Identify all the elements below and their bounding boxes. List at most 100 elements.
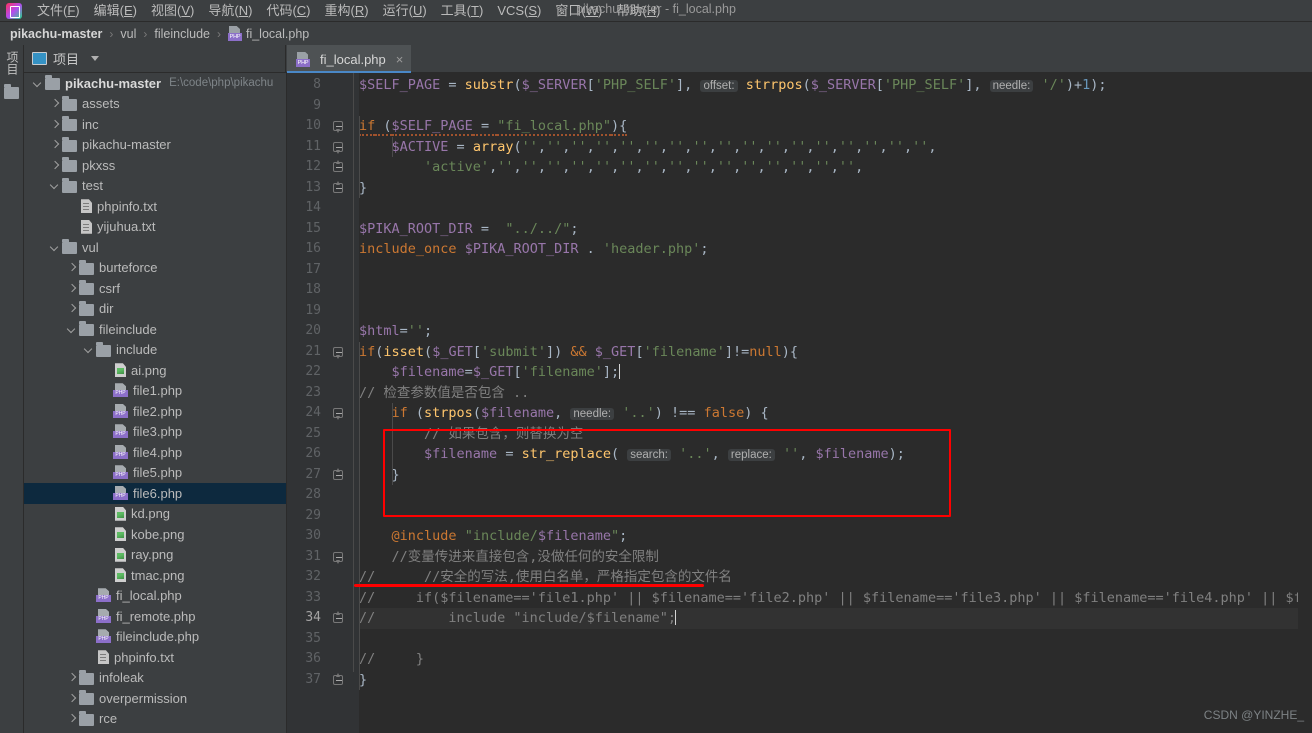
code-fold-open-icon[interactable]	[333, 121, 344, 133]
code-line[interactable]: }	[359, 465, 400, 486]
code-line[interactable]: // }	[359, 649, 424, 670]
chevron-down-icon[interactable]	[49, 242, 60, 253]
folder-icon[interactable]	[4, 84, 19, 99]
code-line[interactable]: // if($filename=='file1.php' || $filenam…	[359, 588, 1310, 609]
chevron-right-icon[interactable]	[49, 119, 60, 130]
menu-item-8[interactable]: VCS(S)	[490, 0, 548, 22]
menu-item-2[interactable]: 视图(V)	[144, 0, 201, 22]
tab-fi-local-php[interactable]: PHP fi_local.php ×	[287, 45, 412, 73]
chevron-down-icon[interactable]	[66, 324, 77, 335]
tree-item-dir[interactable]: dir	[24, 299, 286, 320]
code-line[interactable]: $filename=$_GET['filename'];	[359, 362, 620, 383]
chevron-right-icon[interactable]	[66, 693, 77, 704]
code-line[interactable]: $PIKA_ROOT_DIR = "../../";	[359, 219, 578, 240]
code-line[interactable]: if(isset($_GET['submit']) && $_GET['file…	[359, 342, 798, 363]
menu-item-4[interactable]: 代码(C)	[259, 0, 317, 22]
code-fold-close-icon[interactable]	[333, 672, 344, 686]
menu-item-5[interactable]: 重构(R)	[318, 0, 376, 22]
chevron-right-icon[interactable]	[66, 262, 77, 273]
code-line[interactable]: $SELF_PAGE = substr($_SERVER['PHP_SELF']…	[359, 75, 1107, 96]
breadcrumb-item-file[interactable]: fi_local.php	[246, 27, 309, 41]
menu-item-6[interactable]: 运行(U)	[376, 0, 434, 22]
tree-item-test[interactable]: test	[24, 176, 286, 197]
tree-item-pkxss[interactable]: pkxss	[24, 155, 286, 176]
code-line[interactable]: // include "include/$filename";	[359, 608, 677, 629]
chevron-right-icon[interactable]	[66, 283, 77, 294]
tree-item-file2-php[interactable]: PHP file2.php	[24, 401, 286, 422]
breadcrumb-item-project[interactable]: pikachu-master	[10, 27, 102, 41]
code-line[interactable]: if (strpos($filename, needle: '..') !== …	[359, 403, 769, 424]
tree-item-fileinclude-php[interactable]: PHP fileinclude.php	[24, 627, 286, 648]
code-fold-open-icon[interactable]	[333, 408, 344, 420]
tree-item-inc[interactable]: inc	[24, 114, 286, 135]
tree-item-pikachu-master[interactable]: pikachu-master	[24, 135, 286, 156]
code-line[interactable]: if ($SELF_PAGE = "fi_local.php"){	[359, 116, 628, 137]
menu-item-9[interactable]: 窗口(W)	[548, 0, 609, 22]
code-line[interactable]: $html='';	[359, 321, 432, 342]
tree-item-file5-php[interactable]: PHP file5.php	[24, 463, 286, 484]
project-tool-header[interactable]: 项目	[24, 44, 286, 73]
code-line[interactable]: // 检查参数值是否包含 ..	[359, 383, 529, 404]
code-line[interactable]: }	[359, 178, 367, 199]
tree-item-kobe-png[interactable]: kobe.png	[24, 524, 286, 545]
breadcrumb[interactable]: pikachu-master › vul › fileinclude › PHP…	[0, 22, 1312, 45]
chevron-down-icon[interactable]	[83, 344, 94, 355]
code-line[interactable]: $filename = str_replace( search: '..', r…	[359, 444, 905, 465]
code-line[interactable]: @include "include/$filename";	[359, 526, 628, 547]
tree-item-assets[interactable]: assets	[24, 94, 286, 115]
code-line[interactable]: $ACTIVE = array('','','','','','','','',…	[359, 137, 937, 158]
tree-item-file1-php[interactable]: PHP file1.php	[24, 381, 286, 402]
tree-item-file4-php[interactable]: PHP file4.php	[24, 442, 286, 463]
tree-item-infoleak[interactable]: infoleak	[24, 668, 286, 689]
tree-item-ray-png[interactable]: ray.png	[24, 545, 286, 566]
tree-item-fileinclude[interactable]: fileinclude	[24, 319, 286, 340]
tree-item-phpinfo-txt[interactable]: phpinfo.txt	[24, 647, 286, 668]
code-fold-close-icon[interactable]	[333, 160, 344, 173]
code-line[interactable]: include_once $PIKA_ROOT_DIR . 'header.ph…	[359, 239, 709, 260]
tree-item-csrf[interactable]: csrf	[24, 278, 286, 299]
tree-item-vul[interactable]: vul	[24, 237, 286, 258]
code-line[interactable]: 'active','','','','','','','','','','','…	[359, 157, 863, 178]
tree-item-tmac-png[interactable]: tmac.png	[24, 565, 286, 586]
menu-item-10[interactable]: 帮助(H)	[609, 0, 667, 22]
menu-item-0[interactable]: 文件(F)	[30, 0, 87, 22]
code-fold-open-icon[interactable]	[333, 346, 344, 359]
tree-item-pikachu-master[interactable]: pikachu-master E:\code\php\pikachu	[24, 73, 286, 94]
tree-item-rce[interactable]: rce	[24, 709, 286, 730]
code-editor[interactable]: 8 9 10 11 12 13 14 15 16 17 18 19 20 21 22 23 24 25 26 27 28…	[287, 73, 1312, 733]
chevron-right-icon[interactable]	[49, 160, 60, 171]
chevron-down-icon[interactable]	[91, 56, 100, 61]
tree-item-fi-remote-php[interactable]: PHP fi_remote.php	[24, 606, 286, 627]
code-fold-open-icon[interactable]	[333, 551, 344, 564]
editor-gutter[interactable]: 8 9 10 11 12 13 14 15 16 17 18 19 20 21 22 23 24 25 26 27 28…	[287, 73, 359, 733]
sidebar-item-project[interactable]: 项目	[3, 51, 21, 75]
tree-item-ai-png[interactable]: ai.png	[24, 360, 286, 381]
tree-item-yijuhua-txt[interactable]: yijuhua.txt	[24, 217, 286, 238]
code-line[interactable]: }	[359, 670, 367, 691]
code-line[interactable]: //变量传进来直接包含,没做任何的安全限制	[359, 547, 659, 568]
code-content[interactable]: $SELF_PAGE = substr($_SERVER['PHP_SELF']…	[359, 73, 1312, 733]
tree-item-include[interactable]: include	[24, 340, 286, 361]
breadcrumb-item-fileinclude[interactable]: fileinclude	[154, 27, 210, 41]
close-icon[interactable]: ×	[396, 52, 404, 67]
menu-item-7[interactable]: 工具(T)	[434, 0, 491, 22]
chevron-right-icon[interactable]	[66, 303, 77, 314]
menu-item-1[interactable]: 编辑(E)	[87, 0, 144, 22]
project-tree[interactable]: pikachu-master E:\code\php\pikachu assets i…	[24, 73, 287, 733]
code-fold-close-icon[interactable]	[333, 611, 344, 624]
chevron-down-icon[interactable]	[32, 78, 43, 89]
menu-item-3[interactable]: 导航(N)	[201, 0, 259, 22]
code-fold-close-icon[interactable]	[333, 467, 344, 481]
tree-item-fi-local-php[interactable]: PHP fi_local.php	[24, 586, 286, 607]
tree-item-phpinfo-txt[interactable]: phpinfo.txt	[24, 196, 286, 217]
chevron-right-icon[interactable]	[66, 672, 77, 683]
editor-scrollbar[interactable]	[1298, 73, 1312, 733]
tree-item-kd-png[interactable]: kd.png	[24, 504, 286, 525]
chevron-right-icon[interactable]	[49, 98, 60, 109]
code-fold-open-icon[interactable]	[333, 141, 344, 154]
chevron-right-icon[interactable]	[49, 139, 60, 150]
code-line[interactable]: // 如果包含，则替换为空	[359, 424, 583, 445]
breadcrumb-item-vul[interactable]: vul	[120, 27, 136, 41]
tree-item-file3-php[interactable]: PHP file3.php	[24, 422, 286, 443]
chevron-right-icon[interactable]	[66, 713, 77, 724]
